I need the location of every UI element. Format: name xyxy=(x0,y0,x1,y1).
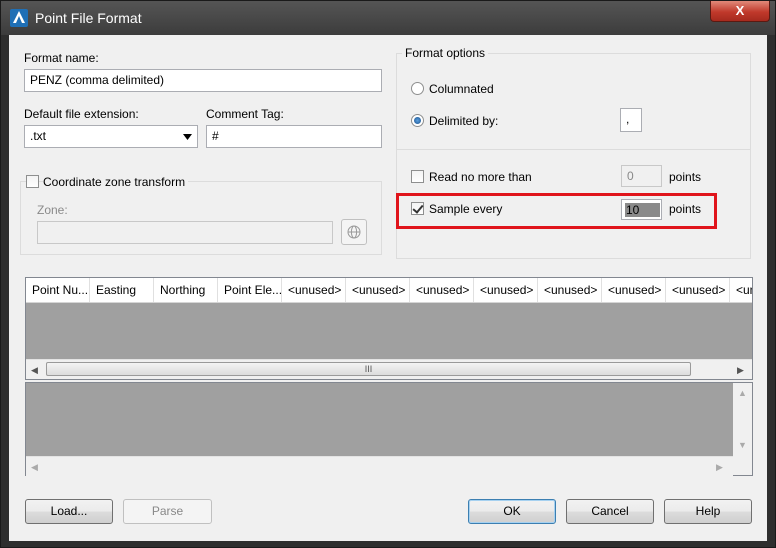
help-button[interactable]: Help xyxy=(664,499,752,524)
columnated-radio[interactable] xyxy=(411,82,424,95)
scroll-up-icon[interactable]: ▲ xyxy=(738,387,747,399)
scroll-left-icon[interactable]: ◀ xyxy=(31,461,38,473)
zone-globe-button[interactable] xyxy=(341,219,367,245)
dialog-window: Point File Format X Format name: PENZ (c… xyxy=(0,0,776,548)
comment-tag-label: Comment Tag: xyxy=(206,107,284,121)
window-title: Point File Format xyxy=(35,10,142,26)
delimited-label: Delimited by: xyxy=(429,114,499,128)
column-grid[interactable]: Point Nu... Easting Northing Point Ele..… xyxy=(25,277,753,380)
column-header[interactable]: <unused> xyxy=(474,278,538,302)
parse-button[interactable]: Parse xyxy=(123,499,212,524)
options-divider xyxy=(397,149,750,150)
chevron-down-icon[interactable] xyxy=(183,134,192,140)
load-button[interactable]: Load... xyxy=(25,499,113,524)
coordinate-zone-label: Coordinate zone transform xyxy=(43,175,189,189)
column-header[interactable]: Point Nu... xyxy=(26,278,90,302)
zone-label: Zone: xyxy=(37,203,68,217)
read-no-more-unit: points xyxy=(669,170,702,184)
delimiter-input[interactable]: , xyxy=(620,108,642,132)
column-header[interactable]: Northing xyxy=(154,278,218,302)
scroll-right-icon[interactable]: ▶ xyxy=(737,364,744,376)
default-extension-select[interactable]: .txt xyxy=(24,125,198,148)
column-header[interactable]: <unused> xyxy=(602,278,666,302)
column-header[interactable]: Point Ele... xyxy=(218,278,282,302)
highlight-box xyxy=(396,193,717,229)
column-header[interactable]: <unused> xyxy=(346,278,410,302)
column-header[interactable]: Easting xyxy=(90,278,154,302)
preview-horizontal-scrollbar[interactable]: ◀ ▶ xyxy=(26,456,733,476)
globe-icon xyxy=(347,225,361,239)
format-name-input[interactable]: PENZ (comma delimited) xyxy=(24,69,382,92)
cancel-button[interactable]: Cancel xyxy=(566,499,654,524)
grid-header: Point Nu... Easting Northing Point Ele..… xyxy=(26,278,752,303)
coordinate-zone-checkbox[interactable] xyxy=(26,175,39,188)
format-options-title: Format options xyxy=(402,46,489,60)
scroll-down-icon[interactable]: ▼ xyxy=(738,439,747,451)
comment-tag-input[interactable]: # xyxy=(206,125,382,148)
ok-button[interactable]: OK xyxy=(468,499,556,524)
app-logo-icon xyxy=(10,9,28,27)
column-header[interactable]: <unused> xyxy=(666,278,730,302)
scroll-thumb[interactable]: III xyxy=(46,362,691,376)
read-no-more-checkbox[interactable] xyxy=(411,170,424,183)
scroll-right-icon[interactable]: ▶ xyxy=(716,461,723,473)
column-header[interactable]: <unused> xyxy=(282,278,346,302)
delimited-radio[interactable] xyxy=(411,114,424,127)
zone-input[interactable] xyxy=(37,221,333,244)
default-extension-value: .txt xyxy=(30,129,47,143)
scroll-left-icon[interactable]: ◀ xyxy=(31,364,38,376)
grid-horizontal-scrollbar[interactable]: ◀ III ▶ xyxy=(26,359,752,379)
dialog-client: Format name: PENZ (comma delimited) Defa… xyxy=(9,35,767,541)
read-no-more-label: Read no more than xyxy=(429,170,532,184)
title-bar[interactable]: Point File Format X xyxy=(1,1,775,35)
read-no-more-input[interactable]: 0 xyxy=(621,165,662,187)
default-extension-label: Default file extension: xyxy=(24,107,139,121)
column-header[interactable]: <unused> xyxy=(410,278,474,302)
columnated-label: Columnated xyxy=(429,82,494,96)
column-header[interactable]: <unused> xyxy=(538,278,602,302)
preview-area[interactable]: ▲ ▼ ◀ ▶ xyxy=(25,382,753,476)
format-name-label: Format name: xyxy=(24,51,99,65)
close-button[interactable]: X xyxy=(710,1,770,22)
preview-vertical-scrollbar[interactable]: ▲ ▼ xyxy=(733,383,752,456)
column-header[interactable]: <un xyxy=(730,278,752,302)
scroll-corner xyxy=(733,456,752,475)
